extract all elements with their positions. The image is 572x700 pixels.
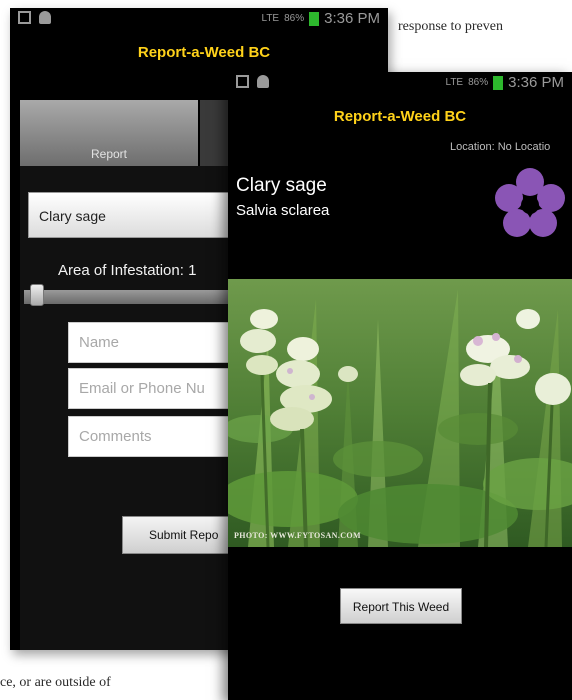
- lte-icon: LTE: [261, 13, 280, 24]
- weed-scientific-name: Salvia sclarea: [236, 202, 330, 219]
- gallery-icon: [18, 11, 31, 24]
- area-slider-handle[interactable]: [30, 284, 44, 306]
- clary-sage-photo: [228, 279, 572, 547]
- app-title: Report-a-Weed BC: [137, 44, 271, 61]
- gallery-icon: [236, 75, 249, 88]
- app-title: Report-a-Weed BC: [333, 108, 467, 125]
- notification-icon: [39, 11, 51, 24]
- notification-icon: [257, 75, 269, 88]
- status-time: 3:36 PM: [508, 74, 564, 91]
- lte-icon: LTE: [445, 77, 464, 88]
- status-bar: LTE 86% 3:36 PM: [10, 8, 388, 30]
- battery-icon: [309, 11, 320, 26]
- location-status: Location: No Locatio: [450, 141, 551, 153]
- battery-icon: [493, 75, 504, 90]
- page-text-bottom: ce, or are outside of: [0, 675, 111, 690]
- weed-photo: PHOTO: WWW.FYTOSAN.COM: [228, 279, 572, 547]
- report-this-weed-button[interactable]: Report This Weed: [340, 588, 462, 624]
- weed-detail-screenshot: LTE 86% 3:36 PM Report-a-Weed BC Locatio…: [228, 72, 572, 700]
- flower-icon: [495, 168, 565, 237]
- photo-credit: PHOTO: WWW.FYTOSAN.COM: [234, 531, 361, 540]
- battery-percent: 86%: [284, 13, 305, 24]
- area-of-infestation-label: Area of Infestation: 1: [58, 262, 197, 279]
- status-time: 3:36 PM: [324, 10, 380, 27]
- page-text-top: response to preven: [398, 19, 503, 34]
- status-bar: LTE 86% 3:36 PM: [228, 72, 572, 94]
- weed-common-name: Clary sage: [236, 175, 327, 196]
- battery-percent: 86%: [468, 77, 489, 88]
- tab-report-label: Report: [90, 147, 128, 161]
- page: response to preven ce, or are outside of…: [0, 0, 572, 700]
- tab-report[interactable]: Report: [20, 100, 198, 166]
